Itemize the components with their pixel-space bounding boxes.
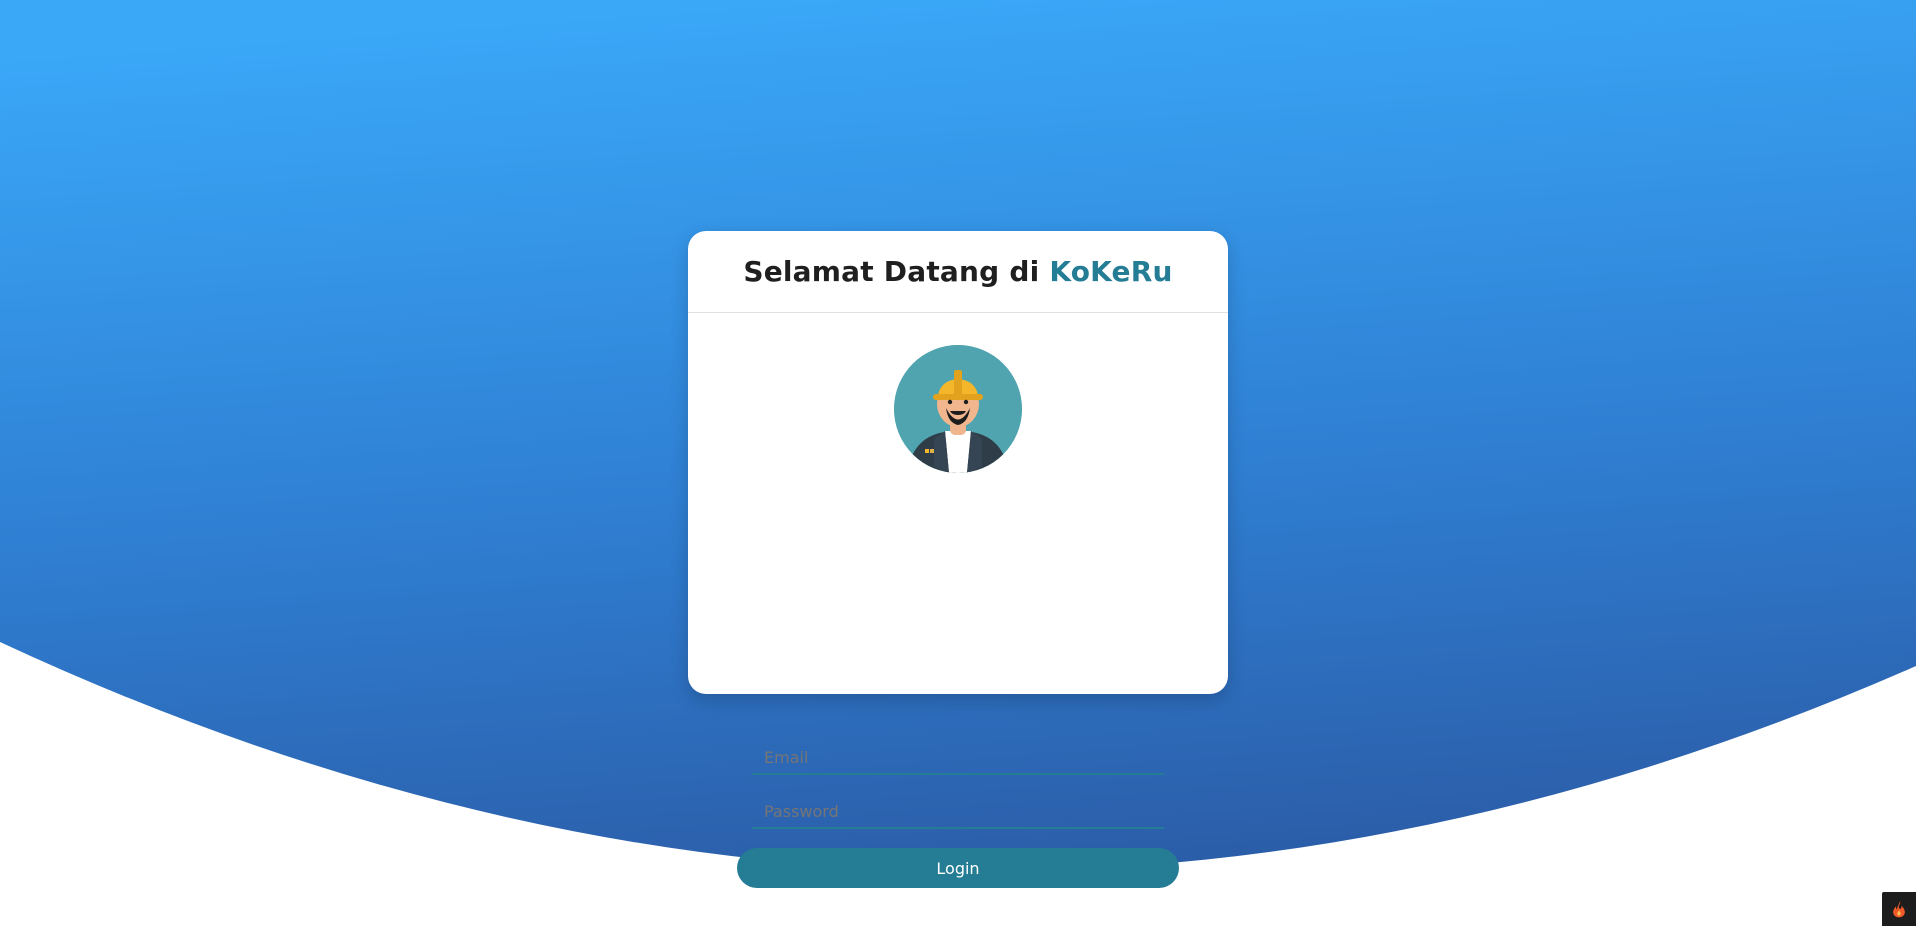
construction-worker-avatar (894, 345, 1022, 473)
welcome-title: Selamat Datang di KoKeRu (743, 255, 1172, 288)
debug-toolbar-button[interactable] (1882, 892, 1916, 926)
brand-name: KoKeRu (1049, 255, 1173, 288)
avatar-icon (894, 345, 1022, 473)
login-page: Selamat Datang di KoKeRu Email Login (0, 0, 1916, 926)
password-field[interactable] (752, 795, 1164, 829)
title-prefix: Selamat Datang di (743, 255, 1050, 288)
login-button[interactable]: Login (737, 848, 1179, 888)
flame-icon (1893, 901, 1905, 918)
email-field[interactable] (752, 741, 1164, 775)
login-card: Selamat Datang di KoKeRu Email Login (688, 231, 1228, 888)
card-header: Selamat Datang di KoKeRu (688, 231, 1228, 313)
